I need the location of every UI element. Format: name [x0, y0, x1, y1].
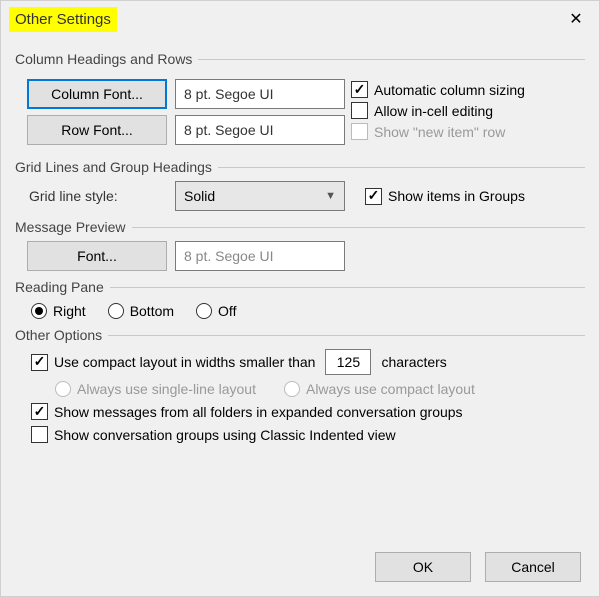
- separator: [110, 287, 585, 288]
- compact-pre-text: Use compact layout in widths smaller tha…: [54, 354, 315, 370]
- dialog-title: Other Settings: [9, 7, 117, 32]
- radio-label: Always use single-line layout: [77, 381, 256, 397]
- chevron-down-icon: ▼: [325, 190, 336, 202]
- group-title: Message Preview: [15, 219, 126, 235]
- group-header: Other Options: [15, 327, 585, 343]
- checkbox-show-items-in-groups[interactable]: ✓ Show items in Groups: [365, 188, 525, 205]
- radio-reading-off[interactable]: Off: [196, 303, 236, 319]
- checkbox-label: Show items in Groups: [388, 188, 525, 204]
- column-font-button[interactable]: Column Font...: [27, 79, 167, 109]
- group-column-headings: Column Headings and Rows Column Font... …: [15, 51, 585, 151]
- group-other-options: Other Options ✓ Use compact layout in wi…: [15, 327, 585, 443]
- radio-label: Off: [218, 303, 236, 319]
- separator: [218, 167, 585, 168]
- checkbox-label: Show "new item" row: [374, 124, 505, 140]
- compact-width-field[interactable]: 125: [325, 349, 371, 375]
- group-header: Column Headings and Rows: [15, 51, 585, 67]
- titlebar: Other Settings ✕: [1, 1, 599, 37]
- radio-reading-right[interactable]: Right: [31, 303, 86, 319]
- radio-label: Always use compact layout: [306, 381, 475, 397]
- compact-post-text: characters: [381, 354, 446, 370]
- group-title: Reading Pane: [15, 279, 104, 295]
- group-reading-pane: Reading Pane Right Bottom Off: [15, 279, 585, 319]
- group-header: Grid Lines and Group Headings: [15, 159, 585, 175]
- checkbox-icon: ✓: [365, 188, 382, 205]
- dialog-buttons: OK Cancel: [375, 552, 581, 582]
- other-settings-dialog: Other Settings ✕ Column Headings and Row…: [0, 0, 600, 597]
- close-icon: ✕: [569, 9, 582, 29]
- group-message-preview: Message Preview Font... 8 pt. Segoe UI: [15, 219, 585, 271]
- radio-icon: [196, 303, 212, 319]
- preview-font-button[interactable]: Font...: [27, 241, 167, 271]
- checkbox-label: Show conversation groups using Classic I…: [54, 427, 396, 443]
- checkbox-compact-layout[interactable]: ✓ Use compact layout in widths smaller t…: [31, 349, 585, 375]
- grid-line-style-select[interactable]: Solid ▼: [175, 181, 345, 211]
- radio-icon: [108, 303, 124, 319]
- checkbox-icon: ✓: [351, 81, 368, 98]
- cancel-button[interactable]: Cancel: [485, 552, 581, 582]
- checkbox-show-expanded-groups[interactable]: ✓ Show messages from all folders in expa…: [31, 403, 585, 420]
- row-font-button[interactable]: Row Font...: [27, 115, 167, 145]
- group-header: Reading Pane: [15, 279, 585, 295]
- checkbox-icon: [351, 102, 368, 119]
- separator: [132, 227, 586, 228]
- checkbox-icon: [31, 426, 48, 443]
- checkbox-label: Automatic column sizing: [374, 82, 525, 98]
- checkbox-icon: ✓: [31, 354, 48, 371]
- separator: [108, 335, 585, 336]
- group-title: Column Headings and Rows: [15, 51, 192, 67]
- group-title: Other Options: [15, 327, 102, 343]
- column-font-value[interactable]: 8 pt. Segoe UI: [175, 79, 345, 109]
- radio-reading-bottom[interactable]: Bottom: [108, 303, 174, 319]
- separator: [198, 59, 585, 60]
- radio-icon: [55, 381, 71, 397]
- close-button[interactable]: ✕: [553, 1, 599, 37]
- checkbox-label: Show messages from all folders in expand…: [54, 404, 463, 420]
- radio-label: Right: [53, 303, 86, 319]
- group-title: Grid Lines and Group Headings: [15, 159, 212, 175]
- grid-line-style-label: Grid line style:: [27, 188, 167, 204]
- dialog-content: Column Headings and Rows Column Font... …: [1, 37, 599, 443]
- ok-button[interactable]: OK: [375, 552, 471, 582]
- checkbox-auto-column-sizing[interactable]: ✓ Automatic column sizing: [351, 81, 525, 98]
- radio-label: Bottom: [130, 303, 174, 319]
- checkbox-show-new-item-row: Show "new item" row: [351, 123, 525, 140]
- group-grid-lines: Grid Lines and Group Headings Grid line …: [15, 159, 585, 211]
- radio-icon: [31, 303, 47, 319]
- checkbox-icon: [351, 123, 368, 140]
- radio-always-compact-layout: Always use compact layout: [284, 381, 475, 397]
- radio-single-line-layout: Always use single-line layout: [55, 381, 256, 397]
- preview-font-value: 8 pt. Segoe UI: [175, 241, 345, 271]
- checkbox-classic-indented[interactable]: Show conversation groups using Classic I…: [31, 426, 585, 443]
- radio-icon: [284, 381, 300, 397]
- row-font-value[interactable]: 8 pt. Segoe UI: [175, 115, 345, 145]
- checkbox-label: Allow in-cell editing: [374, 103, 493, 119]
- group-header: Message Preview: [15, 219, 585, 235]
- checkbox-in-cell-editing[interactable]: Allow in-cell editing: [351, 102, 525, 119]
- select-value: Solid: [184, 188, 215, 204]
- checkbox-icon: ✓: [31, 403, 48, 420]
